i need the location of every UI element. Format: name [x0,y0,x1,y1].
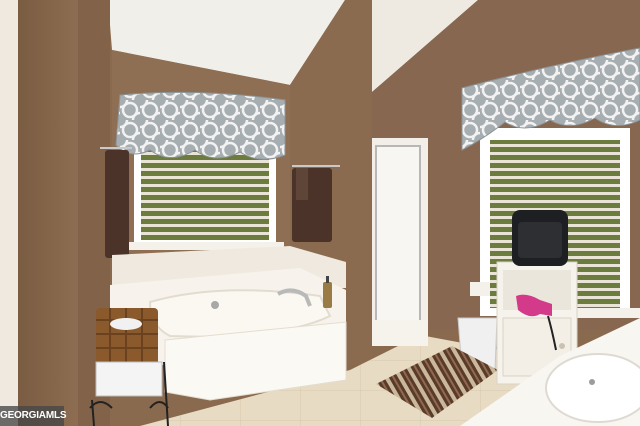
towel-basket [96,308,158,366]
hanging-towel-left [105,150,129,258]
sink-basin [545,353,640,423]
tub-jet [211,301,219,309]
shower-enclosure [372,138,428,346]
left-window-valance [115,91,286,160]
bathroom-photo [0,0,640,426]
door-frame [0,0,18,426]
watermark-logo: GEORGIAMLS [0,406,67,426]
soap-bottle [323,282,332,308]
